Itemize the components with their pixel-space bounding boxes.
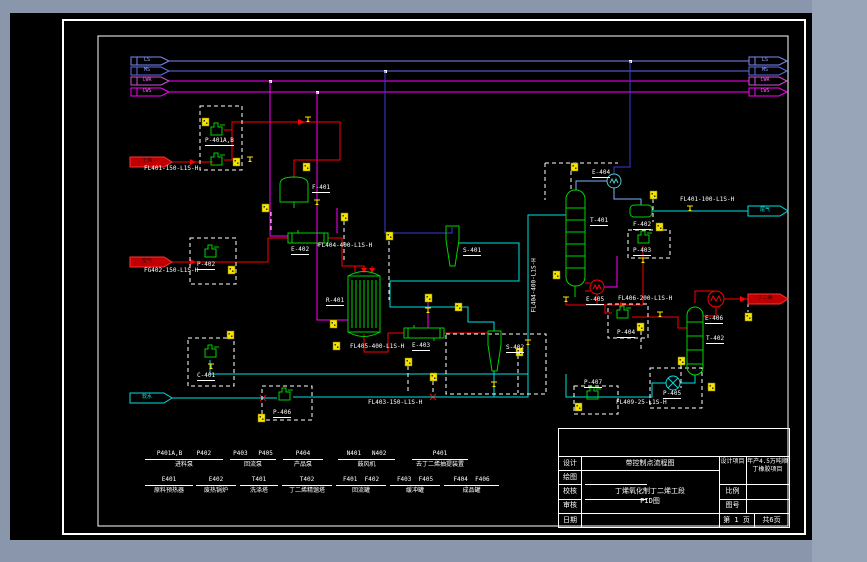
legend-cell: F401 F402 回流罐 [336,476,386,495]
tag-f401: F-401 [312,184,331,193]
title-block: 设计 绘图 校核 审核 日期 带控制点流程图 丁烯氧化制丁二烯工段 PID图 设… [558,428,790,528]
tag-p401: P-401A,B [205,137,234,146]
legend-cell: E401 原料预热器 [145,476,193,495]
util-right-3: CWR [760,77,770,83]
pipe-label-fl405-400: FL405-400-L1S-H [350,343,405,350]
legend-cell: E402 废热锅炉 [196,476,236,495]
feed1-label: 丁烯 [141,158,152,164]
tb-row-review: 审核 [563,501,577,509]
feed2-label: 空气 [141,258,152,264]
tag-s401: S-401 [463,247,482,256]
legend-cell: F403 F405 缓冲罐 [390,476,440,495]
legend-cell: T401 洗涤塔 [240,476,278,495]
tag-p403: P-403 [633,247,652,256]
tag-e406: E-406 [705,315,724,324]
legend-name: 进料泵 [174,460,193,468]
pipe-label-fl404-400: FL404-400-L1S-H [318,242,373,249]
tag-f402: F-402 [633,221,652,230]
legend-cell: P403 P405 回流泵 [230,450,276,469]
tb-drawing-title-2: PID图 [640,497,660,505]
tb-dwgno-label: 图号 [725,501,740,509]
tag-p405: P-405 [663,390,682,399]
util-left-2: MS [143,67,151,73]
tag-p404: P-404 [617,329,636,338]
legend-cell: P401A,B P402 进料泵 [145,450,223,469]
legend-cell: P401 去丁二烯抽提装置 [412,450,468,469]
util-left-3: CWR [142,77,152,83]
cad-viewport: { "app": { "background": "#8A96AB", "sid… [0,0,867,562]
tag-e404: E-404 [592,169,611,178]
tag-t401: T-401 [590,217,609,226]
legend-cell: T402 丁二烯精馏塔 [282,476,332,495]
pipe-label-fl401-100: FL401-100-L1S-H [680,196,735,203]
tb-row-date: 日期 [563,516,577,524]
pipe-label-fl404-vertical: FL404-400-L1S-H [530,258,538,313]
util-left-1: LS [143,57,151,63]
legend-tag: P401A,B P402 [145,450,223,460]
tag-e405: E-405 [586,296,605,305]
tb-row-design: 设计 [563,459,577,467]
tb-project-label: 设计项目 [720,458,745,465]
legend-cell: P404 产品泵 [283,450,323,469]
side-panel [812,0,867,562]
product-label: 丁二烯 [757,295,773,301]
tag-s402: S-402 [506,344,525,353]
tag-p407: P-407 [584,379,603,388]
tag-e402: E-402 [291,246,310,255]
util-right-4: CWS [760,88,770,94]
water-label: 软水 [141,394,152,400]
tb-row-draw: 绘图 [563,473,577,481]
tag-e403: E-403 [412,342,431,351]
legend-cell: F404 F406 成品罐 [444,476,499,495]
tag-r401: R-401 [326,297,345,306]
tag-p402: P-402 [197,261,216,270]
tag-c401: C-401 [197,372,216,381]
legend-cell: N401 N402 鼓风机 [338,450,395,469]
tb-row-check: 校核 [563,487,577,495]
tb-project-name: 年产4.5万吨顺丁橡胶项目 [747,458,788,473]
tag-t402: T-402 [706,335,725,344]
tb-scale-label: 比例 [725,487,740,495]
tb-drawing-type: 带控制点流程图 [625,459,675,467]
tail-gas-label: 尾气 [759,207,770,213]
util-right-2: MS [761,67,769,73]
pipe-label-fl409-25: FL409-25-L1S-H [616,399,667,406]
pipe-label-fl403-150: FL403-150-L1S-H [368,399,423,406]
tb-drawing-title-1: 丁烯氧化制丁二烯工段 [615,487,685,495]
tb-pages: 共6页 [762,516,781,524]
pipe-label-fl406-200: FL406-200-L1S-H [618,295,673,302]
pipe-label-fg402-150: FG402-150-L1S-H [144,267,199,274]
tb-page: 第 1 页 [723,516,750,524]
util-left-4: CWS [142,88,152,94]
util-right-1: LS [761,57,769,63]
pipe-label-fl401-150: FL401-150-L1S-H [144,165,199,172]
tag-p406: P-406 [273,409,292,418]
